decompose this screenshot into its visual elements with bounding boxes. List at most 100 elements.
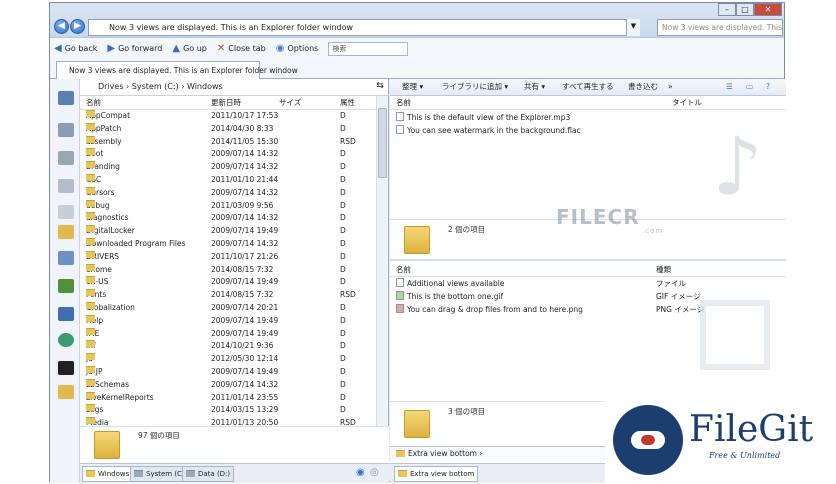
browser-icon[interactable] <box>58 333 74 347</box>
terminal-icon[interactable] <box>58 361 74 375</box>
recycle-icon[interactable] <box>58 279 74 293</box>
tab-main[interactable]: Now 3 views are displayed. This is an Ex… <box>56 61 298 80</box>
tab-data-d[interactable]: Data (D:) <box>182 466 235 482</box>
file-modified: 2011/10/17 21:26 <box>211 251 279 261</box>
table-row[interactable]: Cursors 2009/07/14 14:32 D <box>80 186 376 200</box>
column-modified[interactable]: 更新日時 <box>211 96 241 109</box>
table-row[interactable]: ja-JP 2009/07/14 19:49 D <box>80 365 376 379</box>
music-note-watermark-icon: ♪ <box>712 120 764 213</box>
tab-extra-view-bottom[interactable]: Extra view bottom <box>394 466 479 482</box>
control-panel-icon[interactable] <box>58 251 74 265</box>
table-row[interactable]: en-US 2009/07/14 19:49 D <box>80 276 376 289</box>
minimize-button[interactable]: – <box>718 3 736 16</box>
window-icon[interactable] <box>58 307 74 321</box>
table-row[interactable]: inf 2014/10/21 9:36 D <box>80 340 376 353</box>
close-button[interactable]: ✕ <box>754 3 782 16</box>
table-row[interactable]: Help 2009/07/14 19:49 D <box>80 314 376 328</box>
table-row[interactable]: ja 2012/05/30 12:14 D <box>80 353 376 366</box>
document-icon[interactable] <box>58 205 74 219</box>
table-row[interactable]: IME 2009/07/14 19:49 D <box>80 327 376 341</box>
share-menu[interactable]: 共有 ▾ <box>524 79 545 95</box>
table-row[interactable]: Logs 2014/03/15 13:29 D <box>80 404 376 417</box>
table-row[interactable]: Branding 2009/07/14 14:32 D <box>80 161 376 174</box>
table-row[interactable]: Downloaded Program Files 2009/07/14 14:32… <box>80 237 376 251</box>
play-all-button[interactable]: すべて再生する <box>562 79 614 95</box>
table-row[interactable]: diagnostics 2009/07/14 14:32 D <box>80 212 376 225</box>
maximize-button[interactable]: □ <box>736 3 754 16</box>
view-icon[interactable]: ☰ <box>726 79 733 95</box>
go-forward-button[interactable]: ▶ Go forward <box>107 43 162 54</box>
folder-icon <box>86 378 95 386</box>
drive-icon[interactable] <box>58 151 74 165</box>
table-row[interactable]: Globalization 2009/07/14 20:21 D <box>80 301 376 315</box>
file-attr: RSD <box>340 418 356 425</box>
list-item[interactable]: You can see watermark in the background.… <box>396 125 581 137</box>
list-item[interactable]: This is the bottom one.gif <box>396 291 503 303</box>
list-item[interactable]: You can drag & drop files from and to he… <box>396 304 583 316</box>
table-row[interactable]: assembly 2014/11/05 15:30 RSD <box>80 135 376 149</box>
table-row[interactable]: Media 2011/01/13 20:50 RSD <box>80 417 376 425</box>
left-back-icon[interactable]: ⇆ <box>373 81 387 93</box>
file-name: You can drag & drop files from and to he… <box>407 305 583 314</box>
table-row[interactable]: L2Schemas 2009/07/14 14:32 D <box>80 378 376 392</box>
address-dropdown-icon[interactable]: ▼ <box>626 19 640 36</box>
table-row[interactable]: AppCompat 2011/10/17 17:53 D <box>80 110 376 123</box>
help-icon[interactable]: ? <box>766 79 770 95</box>
table-row[interactable]: DRIVERS 2011/10/17 21:26 D <box>80 250 376 264</box>
left-breadcrumb[interactable]: Drives › System (C:) › Windows ⇆ <box>80 79 389 96</box>
toolbar-search-input[interactable]: 検索 <box>328 41 409 56</box>
computer-icon[interactable] <box>58 91 74 105</box>
list-item[interactable]: This is the default view of the Explorer… <box>396 112 570 124</box>
left-scrollbar[interactable] <box>376 96 387 426</box>
filecr-text: FILECR <box>556 205 640 229</box>
preview-pane-icon[interactable]: ▭ <box>746 79 753 95</box>
forward-arrow-icon[interactable]: ▶ <box>70 19 85 34</box>
column-type[interactable]: 種類 <box>656 264 671 276</box>
table-row[interactable]: Fonts 2014/08/15 7:32 RSD <box>80 289 376 302</box>
table-row[interactable]: Boot 2009/07/14 14:32 D <box>80 148 376 161</box>
left-scroll-thumb[interactable] <box>378 108 387 178</box>
file-name: ja <box>86 353 95 366</box>
table-row[interactable]: LiveKernelReports 2011/01/14 23:55 D <box>80 391 376 405</box>
globe-icon[interactable]: ◉ <box>356 467 365 478</box>
network-icon[interactable] <box>58 123 74 137</box>
column-name[interactable]: 名前 <box>86 96 101 109</box>
go-back-button[interactable]: ◀ Go back <box>54 43 97 54</box>
list-item[interactable]: Additional views available <box>396 278 504 290</box>
file-name: IME <box>86 327 99 341</box>
settings-icon[interactable]: ◎ <box>370 467 379 478</box>
go-back-label: Go back <box>64 44 98 53</box>
printer-icon[interactable] <box>58 179 74 193</box>
column-name[interactable]: 名前 <box>396 264 411 276</box>
table-row[interactable]: AppPatch 2014/04/30 8:33 D <box>80 122 376 136</box>
column-attr[interactable]: 属性 <box>340 96 355 109</box>
back-arrow-icon[interactable]: ◀ <box>54 19 69 34</box>
file-name: Help <box>86 314 103 328</box>
add-to-library-menu[interactable]: ライブラリに追加 ▾ <box>442 79 508 95</box>
table-row[interactable]: CSC 2011/01/10 21:44 D <box>80 173 376 187</box>
table-row[interactable]: debug 2011/03/09 9:56 D <box>80 199 376 213</box>
close-tab-button[interactable]: ✕ Close tab <box>217 43 266 54</box>
options-button[interactable]: ◉ Options <box>276 43 319 54</box>
more-button[interactable]: » <box>668 79 673 95</box>
file-type: PNG イメージ <box>656 305 705 314</box>
column-size[interactable]: サイズ <box>279 96 301 109</box>
left-status-area: 97 個の項目 <box>80 426 389 463</box>
address-bar[interactable]: Now 3 views are displayed. This is an Ex… <box>88 19 640 36</box>
folder-icon[interactable] <box>58 225 74 239</box>
folder-icon <box>398 470 407 477</box>
organize-menu[interactable]: 整理 ▾ <box>402 79 423 95</box>
folder-shortcut-icon[interactable] <box>58 385 74 399</box>
column-title[interactable]: タイトル <box>672 97 702 109</box>
burn-button[interactable]: 書き込む <box>628 79 658 95</box>
column-name[interactable]: 名前 <box>396 97 411 109</box>
view-splitter[interactable] <box>390 259 786 261</box>
tab-windows[interactable]: Windows <box>82 466 134 482</box>
file-attr: D <box>340 174 346 184</box>
table-row[interactable]: ehome 2014/08/15 7:32 D <box>80 263 376 277</box>
table-row[interactable]: DigitalLocker 2009/07/14 19:49 D <box>80 225 376 238</box>
file-attr: D <box>340 213 346 223</box>
left-status-count: 97 個の項目 <box>138 431 180 440</box>
search-input[interactable]: Now 3 views are displayed. This is an Ex… <box>657 19 783 36</box>
go-up-button[interactable]: ▲ Go up <box>172 43 207 54</box>
